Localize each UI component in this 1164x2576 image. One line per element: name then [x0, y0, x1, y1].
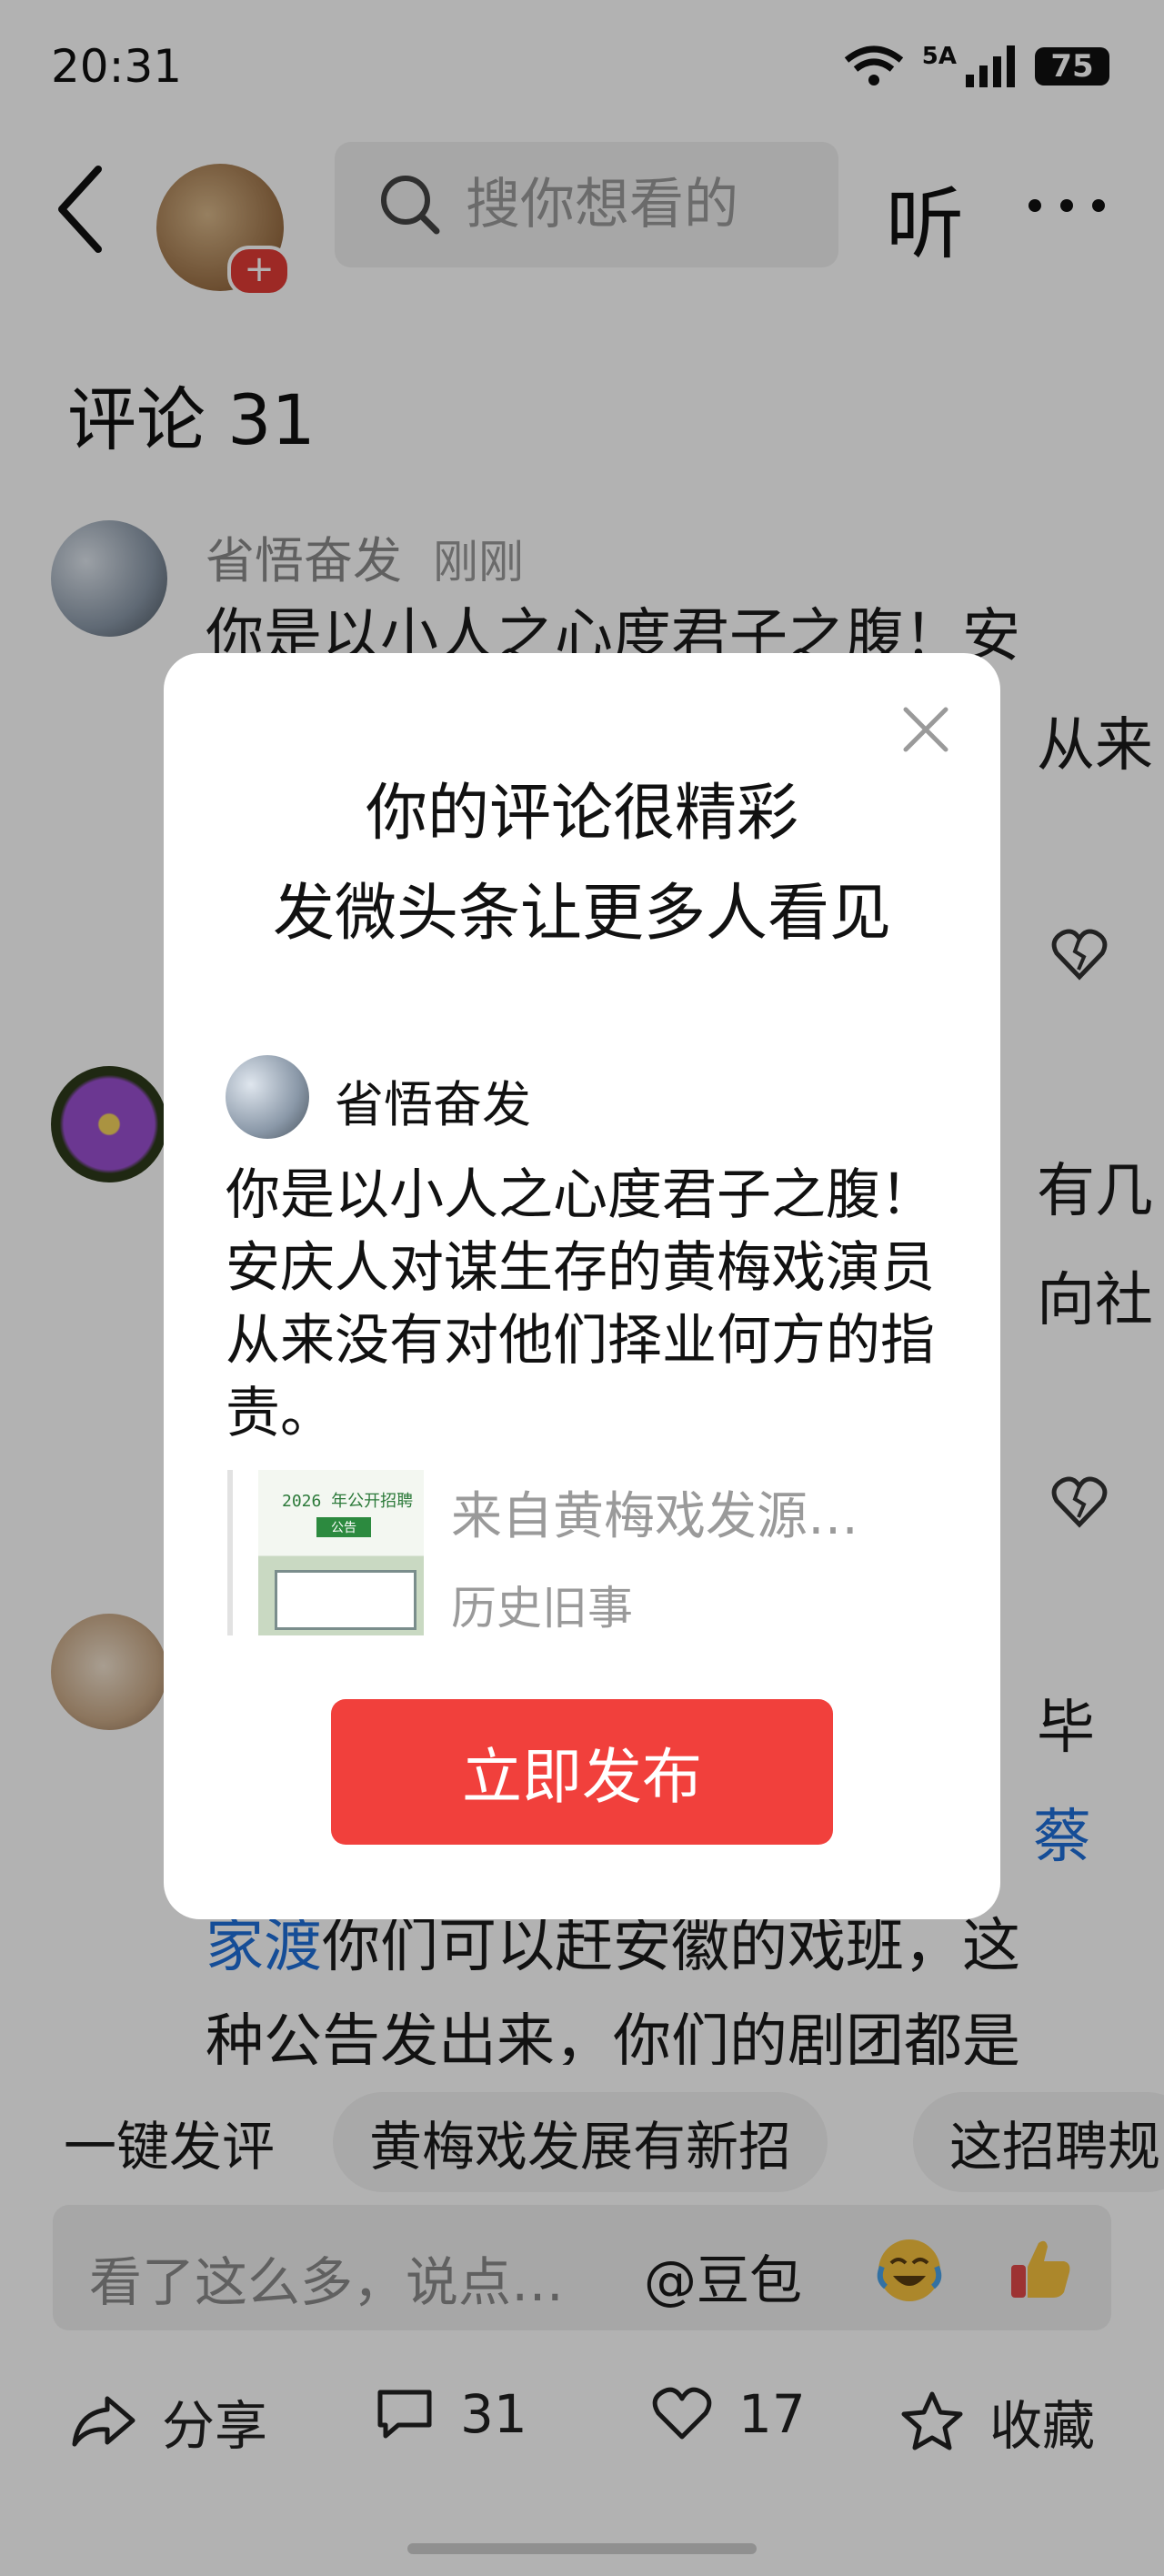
modal-author-avatar	[226, 1055, 309, 1139]
modal-comment-text: 你是以小人之心度君子之腹！安庆人对谋生存的黄梅戏演员从来没有对他们择业何方的指责…	[226, 1163, 935, 1445]
article-thumbnail: 2026 年公开招聘 公告	[258, 1470, 424, 1635]
thumbnail-text: 2026 年公开招聘	[282, 1492, 414, 1511]
thumbnail-badge: 公告	[316, 1517, 371, 1537]
building-image	[275, 1570, 416, 1630]
modal-title-line1: 你的评论很精彩	[365, 778, 798, 850]
publish-now-button[interactable]: 立即发布	[331, 1699, 833, 1845]
modal-author-name: 省悟奋发	[335, 1076, 531, 1133]
close-icon[interactable]	[900, 704, 951, 755]
article-source: 来自黄梅戏发源…	[451, 1487, 858, 1546]
article-category: 历史旧事	[451, 1582, 633, 1635]
publish-prompt-modal: 你的评论很精彩 发微头条让更多人看见 省悟奋发 你是以小人之心度君子之腹！安庆人…	[164, 653, 1000, 1919]
quote-divider	[227, 1470, 233, 1635]
modal-title-line2: 发微头条让更多人看见	[272, 878, 891, 950]
